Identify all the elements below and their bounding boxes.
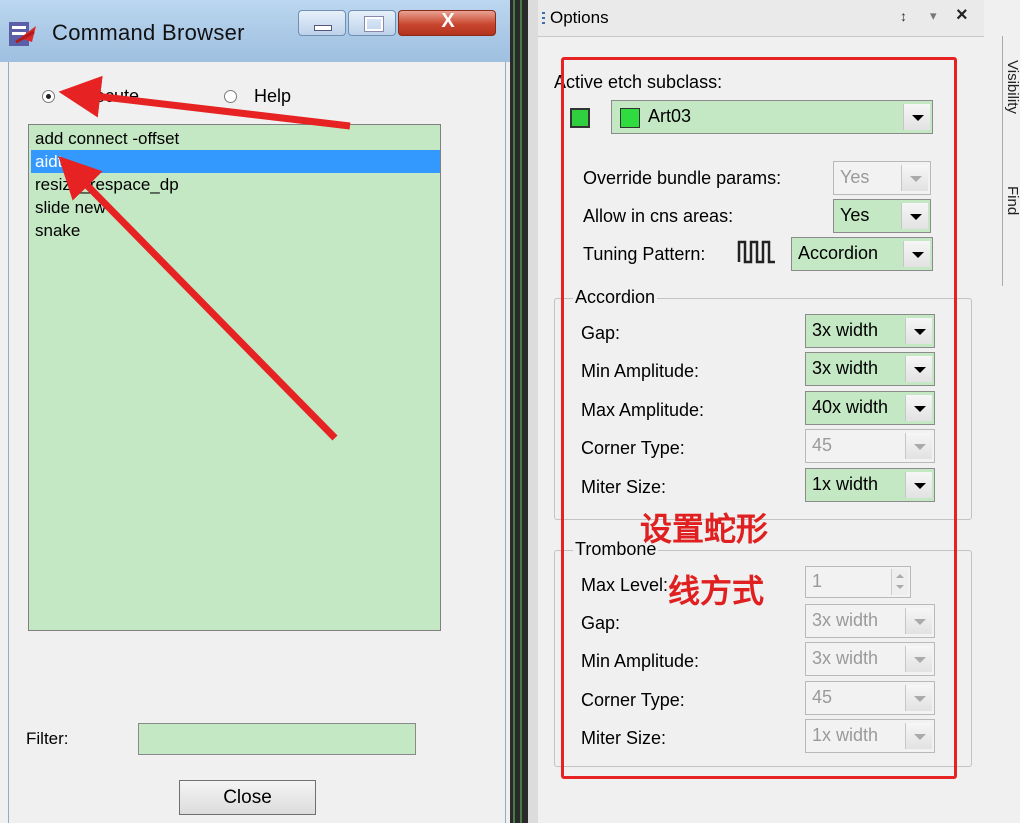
arrow-to-execute <box>58 75 351 130</box>
arrow-to-aidt <box>58 156 338 441</box>
annotation-arrows <box>58 75 351 441</box>
